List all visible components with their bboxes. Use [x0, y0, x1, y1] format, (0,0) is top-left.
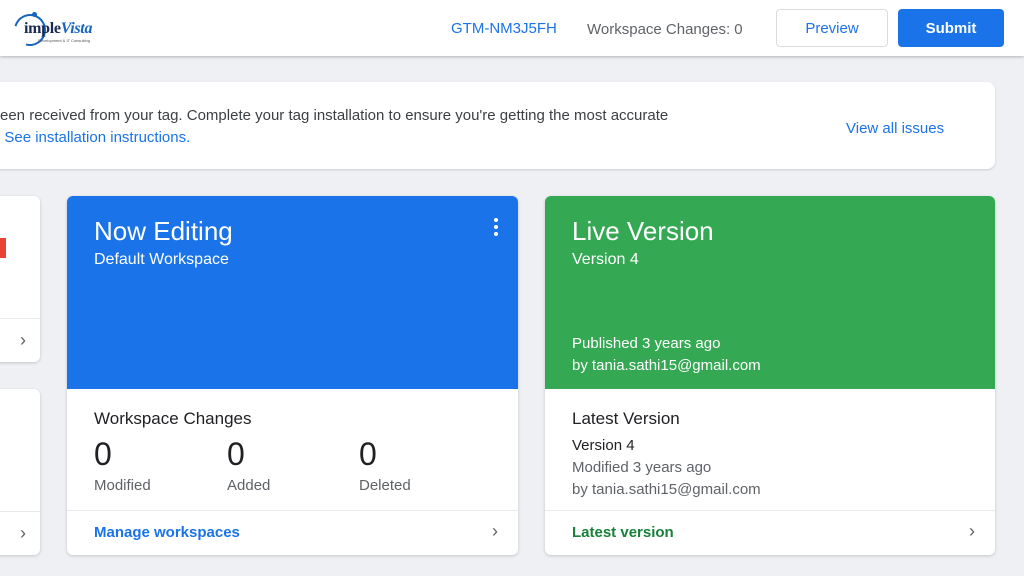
workspace-name[interactable]: Default Workspace	[94, 251, 229, 269]
tag-installation-notice: een received from your tag. Complete you…	[0, 82, 995, 169]
chevron-right-icon[interactable]: ›	[20, 523, 26, 544]
more-vert-icon[interactable]	[494, 218, 498, 239]
chevron-right-icon[interactable]: ›	[492, 521, 498, 542]
logo-subtitle: Development & IT Consulting	[38, 38, 90, 43]
latest-version-title: Latest Version	[572, 409, 680, 428]
logo-text: impleVista	[24, 20, 93, 37]
added-label: Added	[227, 477, 271, 494]
divider	[0, 318, 40, 319]
chevron-right-icon[interactable]: ›	[969, 521, 975, 542]
notice-text: een received from your tag. Complete you…	[0, 107, 669, 124]
latest-version-number: Version 4	[572, 437, 635, 454]
submit-button[interactable]: Submit	[898, 9, 1004, 47]
latest-version-footer[interactable]: Latest version ›	[545, 510, 995, 555]
modified-label: Modified	[94, 477, 151, 494]
deleted-count: 0	[359, 436, 377, 472]
modified-stat: 0 Modified	[94, 436, 151, 494]
partial-card-top: ›	[0, 196, 40, 362]
manage-workspaces-footer[interactable]: Manage workspaces ›	[67, 510, 518, 555]
divider	[0, 511, 40, 512]
published-by: by tania.sathi15@gmail.com	[572, 357, 761, 374]
now-editing-header: Now Editing Default Workspace	[67, 196, 518, 389]
live-version-header: Live Version Version 4 Published 3 years…	[545, 196, 995, 389]
deleted-label: Deleted	[359, 477, 411, 494]
installation-instructions-link[interactable]: See installation instructions.	[4, 129, 190, 146]
partial-card-bottom: ›	[0, 389, 40, 555]
live-version-title: Live Version	[572, 216, 714, 246]
latest-version-modified: Modified 3 years ago	[572, 459, 712, 476]
manage-workspaces-link[interactable]: Manage workspaces	[94, 524, 240, 541]
live-version-number: Version 4	[572, 251, 639, 268]
latest-version-author: by tania.sathi15@gmail.com	[572, 481, 761, 498]
now-editing-card: Now Editing Default Workspace Workspace …	[67, 196, 518, 555]
container-id[interactable]: GTM-NM3J5FH	[451, 20, 557, 37]
deleted-stat: 0 Deleted	[359, 436, 411, 494]
live-version-card: Live Version Version 4 Published 3 years…	[545, 196, 995, 555]
simplevista-logo[interactable]: impleVista Development & IT Consulting	[8, 8, 104, 52]
added-stat: 0 Added	[227, 436, 270, 494]
preview-button[interactable]: Preview	[776, 9, 888, 47]
logo-dot	[32, 12, 37, 17]
error-indicator	[0, 238, 6, 258]
now-editing-title: Now Editing	[94, 216, 233, 246]
published-time: Published 3 years ago	[572, 335, 721, 352]
modified-count: 0	[94, 436, 112, 472]
workspace-changes-count: Workspace Changes: 0	[587, 21, 743, 38]
top-bar: impleVista Development & IT Consulting G…	[0, 0, 1024, 56]
workspace-changes-title: Workspace Changes	[94, 409, 252, 428]
chevron-right-icon[interactable]: ›	[20, 330, 26, 351]
added-count: 0	[227, 436, 245, 472]
view-all-issues-link[interactable]: View all issues	[846, 120, 944, 137]
notice-text-line2: . See installation instructions.	[0, 129, 190, 146]
latest-version-link[interactable]: Latest version	[572, 524, 674, 541]
